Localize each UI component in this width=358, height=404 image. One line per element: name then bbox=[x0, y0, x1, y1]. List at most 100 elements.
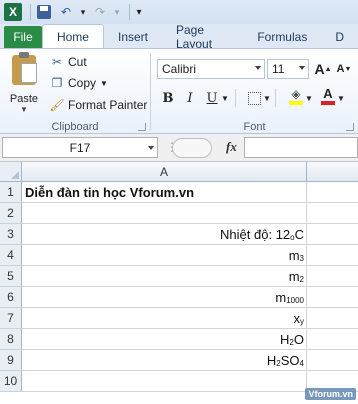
cell-a9[interactable]: H 2 SO 4 bbox=[22, 350, 307, 371]
formula-bar-buttons bbox=[172, 138, 212, 158]
row-header[interactable]: 10 bbox=[0, 371, 22, 392]
font-color-dropdown-icon[interactable]: ▼ bbox=[337, 89, 345, 107]
cell-b3[interactable] bbox=[307, 224, 358, 245]
undo-dropdown-icon[interactable]: ▾ bbox=[79, 3, 87, 21]
cell-a10[interactable] bbox=[22, 371, 307, 392]
paste-dropdown-icon[interactable]: ▼ bbox=[20, 105, 28, 114]
watermark-logo: Vforum.vn bbox=[305, 388, 356, 400]
cell-b2[interactable] bbox=[307, 203, 358, 224]
cell-text-part: 3 bbox=[299, 254, 304, 263]
font-size-value: 11 bbox=[272, 62, 285, 76]
font-name-select[interactable]: Calibri bbox=[157, 59, 265, 79]
cell-a7[interactable]: xy bbox=[22, 308, 307, 329]
clipboard-group: Paste ▼ ✂ Cut ❐ Copy ▼ 🖌 Format Painter … bbox=[0, 49, 150, 135]
cell-b8[interactable] bbox=[307, 329, 358, 350]
row-header[interactable]: 9 bbox=[0, 350, 22, 371]
cell-b6[interactable] bbox=[307, 287, 358, 308]
cell-b4[interactable] bbox=[307, 245, 358, 266]
tab-page-layout[interactable]: Page Layout bbox=[162, 23, 243, 51]
borders-button[interactable] bbox=[245, 89, 263, 107]
cell-text-part: 4 bbox=[299, 359, 304, 368]
undo-icon[interactable]: ↶ bbox=[57, 3, 75, 21]
cell-a1[interactable]: Diễn đàn tin học Vforum.vn bbox=[22, 182, 307, 203]
paintbrush-icon: 🖌 bbox=[49, 98, 65, 112]
excel-app-icon[interactable]: X bbox=[4, 3, 22, 21]
tab-file[interactable]: File bbox=[4, 26, 42, 48]
tab-home[interactable]: Home bbox=[41, 24, 104, 48]
fill-color-dropdown-icon[interactable]: ▼ bbox=[305, 89, 313, 107]
name-box[interactable]: F17 bbox=[2, 137, 158, 158]
column-header-b[interactable] bbox=[307, 162, 358, 182]
font-group: Calibri 11 A ▲ A ▼ B I U ▼ ▼ ◈ ▼ A ▼ Fon… bbox=[151, 49, 358, 135]
cell-b9[interactable] bbox=[307, 350, 358, 371]
italic-button[interactable]: I bbox=[181, 89, 199, 107]
qat-divider bbox=[30, 4, 31, 20]
formula-input[interactable] bbox=[244, 137, 358, 158]
tab-data[interactable]: D bbox=[321, 26, 358, 48]
row-header[interactable]: 6 bbox=[0, 287, 22, 308]
underline-button[interactable]: U bbox=[203, 89, 221, 107]
font-name-dropdown-icon bbox=[255, 66, 261, 70]
select-all-button[interactable] bbox=[0, 162, 22, 182]
redo-dropdown-icon[interactable]: ▾ bbox=[113, 3, 121, 21]
row-header[interactable]: 3 bbox=[0, 224, 22, 245]
name-box-dropdown-icon[interactable] bbox=[148, 146, 154, 150]
cell-text-part: 1000 bbox=[286, 296, 304, 305]
clipboard-icon bbox=[12, 52, 37, 85]
clipboard-launcher-icon[interactable] bbox=[138, 123, 146, 131]
underline-dropdown-icon[interactable]: ▼ bbox=[221, 89, 229, 107]
cell-b5[interactable] bbox=[307, 266, 358, 287]
cell-text-part: H bbox=[280, 332, 290, 347]
font-launcher-icon[interactable] bbox=[346, 123, 354, 131]
font-divider bbox=[235, 89, 236, 107]
insert-function-button[interactable]: fx bbox=[226, 139, 237, 155]
cell-b1[interactable] bbox=[307, 182, 358, 203]
table-row: 4m3 bbox=[0, 245, 358, 266]
font-color-button[interactable]: A bbox=[319, 87, 337, 105]
save-icon[interactable] bbox=[35, 3, 53, 21]
row-header[interactable]: 2 bbox=[0, 203, 22, 224]
cell-b7[interactable] bbox=[307, 308, 358, 329]
format-painter-button[interactable]: 🖌 Format Painter bbox=[49, 95, 147, 115]
grow-font-button[interactable]: A ▲ bbox=[314, 60, 332, 78]
tab-formulas[interactable]: Formulas bbox=[243, 26, 321, 48]
scissors-icon: ✂ bbox=[51, 55, 63, 69]
cell-text-part: m bbox=[288, 248, 300, 263]
paste-button[interactable]: Paste ▼ bbox=[6, 52, 42, 117]
cell-a3[interactable]: Nhiệt độ: 12 o C bbox=[22, 224, 307, 245]
copy-dropdown-icon[interactable]: ▼ bbox=[100, 79, 108, 88]
cell-text-part: H bbox=[266, 353, 277, 368]
redo-icon[interactable]: ↷ bbox=[91, 3, 109, 21]
cell-a4[interactable]: m3 bbox=[22, 245, 307, 266]
borders-icon bbox=[247, 91, 261, 105]
tab-insert[interactable]: Insert bbox=[104, 26, 162, 48]
table-row: 1 Diễn đàn tin học Vforum.vn bbox=[0, 182, 358, 203]
font-size-select[interactable]: 11 bbox=[267, 59, 309, 79]
cell-a2[interactable] bbox=[22, 203, 307, 224]
cut-button[interactable]: ✂ Cut bbox=[50, 52, 87, 72]
borders-dropdown-icon[interactable]: ▼ bbox=[263, 89, 271, 107]
copy-button[interactable]: ❐ Copy ▼ bbox=[50, 73, 108, 93]
bold-button[interactable]: B bbox=[159, 89, 177, 107]
customize-qat-icon[interactable]: ▾ bbox=[134, 3, 144, 21]
row-header[interactable]: 7 bbox=[0, 308, 22, 329]
cell-text-part: m bbox=[288, 269, 300, 284]
cell-a8[interactable]: H2O bbox=[22, 329, 307, 350]
column-header-a[interactable]: A bbox=[22, 162, 307, 182]
row-header[interactable]: 5 bbox=[0, 266, 22, 287]
grow-font-label: A bbox=[314, 61, 325, 77]
row-header[interactable]: 8 bbox=[0, 329, 22, 350]
cell-text-part: Nhiệt độ: 12 bbox=[220, 227, 291, 242]
fill-color-button[interactable]: ◈ bbox=[287, 87, 305, 105]
cell-text-part: m bbox=[275, 290, 287, 305]
shrink-font-button[interactable]: A ▼ bbox=[335, 60, 353, 78]
cell-text-part: SO bbox=[280, 353, 300, 368]
copy-icon: ❐ bbox=[51, 76, 63, 90]
row-header[interactable]: 4 bbox=[0, 245, 22, 266]
font-color-swatch bbox=[321, 101, 335, 105]
cell-a6[interactable]: m 1000 bbox=[22, 287, 307, 308]
row-header[interactable]: 1 bbox=[0, 182, 22, 203]
cell-a5[interactable]: m2 bbox=[22, 266, 307, 287]
table-row: 8H2O bbox=[0, 329, 358, 350]
formula-bar: F17 ⋮ fx bbox=[0, 134, 358, 162]
